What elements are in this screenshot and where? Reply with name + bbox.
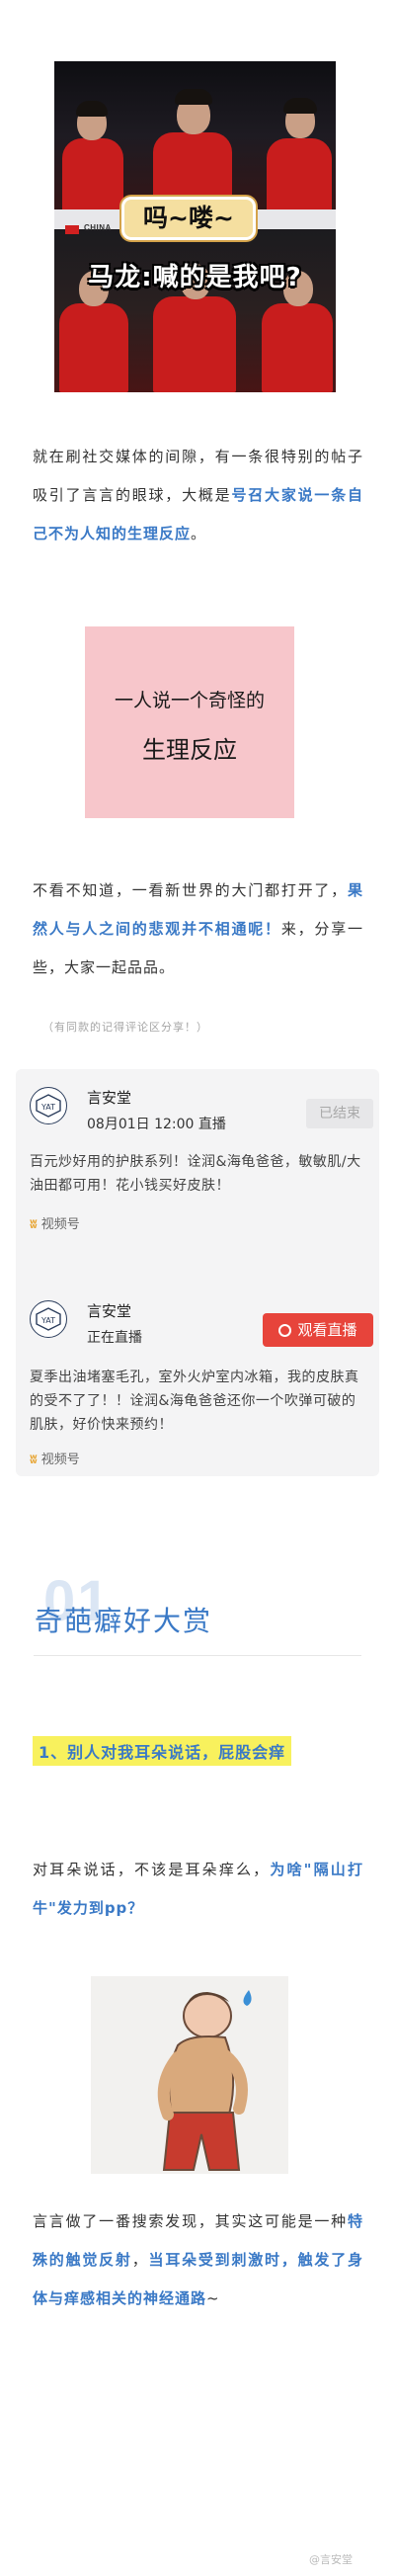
svg-text:YAT: YAT (40, 1316, 55, 1325)
logo-icon: YAT (36, 1094, 61, 1118)
live-channel-name: 言安堂 (87, 1302, 132, 1320)
live-status: 正在直播 (87, 1330, 142, 1346)
ended-button[interactable]: 已结束 (306, 1099, 373, 1128)
channel-label: 视频号 (40, 1217, 80, 1232)
section-title: 奇葩癖好大赏 (35, 1605, 213, 1637)
athlete-figure (267, 138, 332, 217)
china-flag (65, 225, 79, 234)
athlete-hair (175, 89, 212, 105)
watch-live-label: 观看直播 (297, 1321, 357, 1339)
athlete-figure (262, 303, 333, 392)
live-item-ended[interactable]: YAT 言安堂 08月01日 12:00 直播 已结束 百元炒好用的护肤系列！诠… (30, 1087, 373, 1255)
para2-text: 不看不知道，一看新世界的大门都打开了， (33, 881, 348, 899)
para4-text: 言言做了一番搜索发现，其实这可能是一种 (33, 2212, 348, 2230)
topic-card-line1: 一人说一个奇怪的 (114, 690, 265, 711)
second-paragraph: 不看不知道，一看新世界的大门都打开了，果然人与人之间的悲观并不相通呢！来，分享一… (33, 872, 363, 987)
video-channel-icon: ʬ (30, 1453, 38, 1467)
video-channel-icon: ʬ (30, 1217, 38, 1232)
channel-tag[interactable]: ʬ 视频号 (30, 1449, 80, 1467)
para4-end: ~ (206, 2289, 220, 2307)
athlete-figure (59, 303, 128, 392)
live-description: 夏季出油堵塞毛孔，室外火炉室内冰箱，我的皮肤真的受不了了！！诠润&海龟爸爸还你一… (30, 1370, 359, 1433)
scratching-figure-icon (91, 1976, 288, 2174)
live-channel-name: 言安堂 (87, 1089, 132, 1107)
live-stream-panel: YAT 言安堂 08月01日 12:00 直播 已结束 百元炒好用的护肤系列！诠… (16, 1069, 379, 1476)
athlete-figure (62, 138, 123, 217)
meme-image: CHINA 吗~喽~ 马龙:喊的是我吧? (54, 61, 336, 392)
topic-card-line2: 生理反应 (142, 736, 237, 764)
item-heading: 1、别人对我耳朵说话，屁股会痒 (33, 1736, 292, 1766)
topic-card: 一人说一个奇怪的 生理反应 (85, 626, 294, 818)
para3-text: 对耳朵说话，不该是耳朵痒么， (33, 1861, 271, 1878)
channel-tag[interactable]: ʬ 视频号 (30, 1213, 80, 1232)
live-item-live[interactable]: YAT 言安堂 正在直播 观看直播 夏季出油堵塞毛孔，室外火炉室内冰箱，我的皮肤… (30, 1300, 373, 1468)
svg-text:YAT: YAT (40, 1103, 55, 1112)
athlete-hair (76, 101, 108, 117)
itchy-illustration (91, 1976, 288, 2174)
intro-paragraph: 就在刷社交媒体的间隙，有一条很特别的帖子吸引了言言的眼球，大概是号召大家说一条自… (33, 438, 363, 553)
athlete-figure (153, 296, 236, 392)
channel-avatar: YAT (30, 1300, 67, 1338)
fourth-paragraph: 言言做了一番搜索发现，其实这可能是一种特殊的触觉反射，当耳朵受到刺激时，触发了身… (33, 2202, 363, 2318)
channel-avatar: YAT (30, 1087, 67, 1124)
athlete-hair (283, 98, 317, 114)
watermark: @言安堂 (309, 2553, 353, 2566)
live-time: 08月01日 12:00 直播 (87, 1117, 226, 1132)
section-divider (34, 1655, 361, 1656)
board-label: CHINA (84, 223, 112, 232)
para4-comma: ， (131, 2251, 149, 2269)
logo-icon: YAT (36, 1307, 61, 1331)
live-icon (278, 1324, 292, 1337)
watch-live-button[interactable]: 观看直播 (263, 1313, 373, 1347)
intro-end: 。 (191, 525, 207, 542)
meme-caption-bottom: 马龙:喊的是我吧? (88, 263, 302, 292)
third-paragraph: 对耳朵说话，不该是耳朵痒么，为啥"隔山打牛"发力到pp？ (33, 1851, 363, 1928)
live-description: 百元炒好用的护肤系列！诠润&海龟爸爸，敏敏肌/大油田都可用！花小钱买好皮肤！ (30, 1154, 361, 1194)
meme-caption-top: 吗~喽~ (121, 197, 256, 240)
comment-note: （有同款的记得评论区分享！） (42, 1021, 208, 1034)
channel-label: 视频号 (40, 1453, 80, 1467)
